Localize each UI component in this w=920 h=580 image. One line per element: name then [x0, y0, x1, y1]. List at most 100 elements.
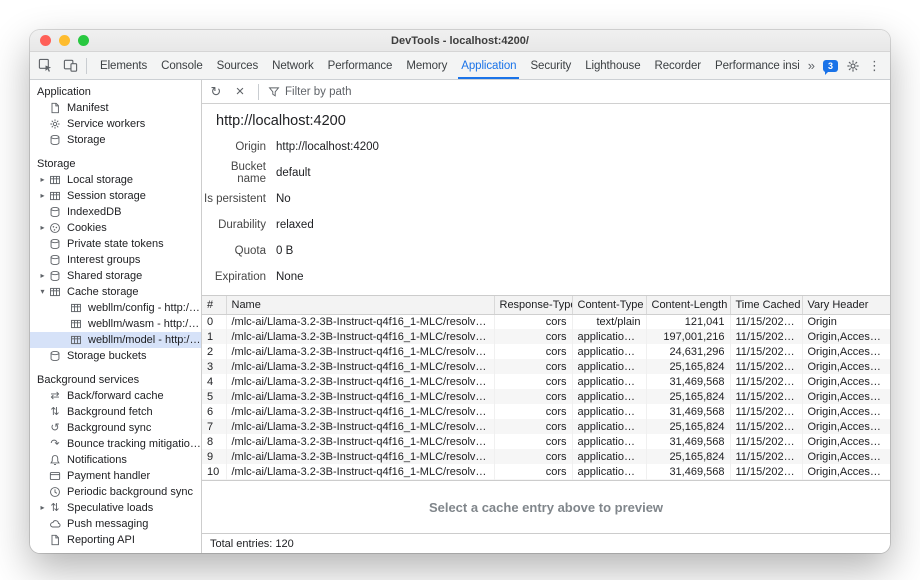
cell-content-type: application/oc…	[572, 404, 646, 419]
tab-memory[interactable]: Memory	[399, 52, 454, 79]
table-row[interactable]: 2/mlc-ai/Llama-3.2-3B-Instruct-q4f16_1-M…	[202, 344, 890, 359]
table-row[interactable]: 4/mlc-ai/Llama-3.2-3B-Instruct-q4f16_1-M…	[202, 374, 890, 389]
zoom-window-button[interactable]	[78, 35, 89, 46]
settings-button[interactable]	[846, 59, 860, 73]
cloud-icon	[48, 518, 62, 531]
tab-security[interactable]: Security	[523, 52, 578, 79]
sidebar-item-webllm-model-http-loc[interactable]: webllm/model - http://loc…	[30, 332, 201, 348]
column-header-time-cached[interactable]: Time Cached	[730, 296, 802, 314]
tab-elements[interactable]: Elements	[93, 52, 154, 79]
more-tabs-button[interactable]: »	[808, 58, 815, 73]
table-row[interactable]: 5/mlc-ai/Llama-3.2-3B-Instruct-q4f16_1-M…	[202, 389, 890, 404]
meta-label: Quota	[202, 245, 266, 257]
tab-label: Memory	[406, 60, 447, 72]
sidebar-item-local-storage[interactable]: ▸Local storage	[30, 172, 201, 188]
console-messages-badge[interactable]: 3	[823, 60, 838, 72]
cell-content-length: 197,001,216	[646, 329, 730, 344]
sidebar-item-background-sync[interactable]: ↺Background sync	[30, 420, 201, 436]
table-row[interactable]: 10/mlc-ai/Llama-3.2-3B-Instruct-q4f16_1-…	[202, 464, 890, 479]
sidebar-item-bounce-tracking-mitigations[interactable]: ↷Bounce tracking mitigations	[30, 436, 201, 452]
sidebar-item-manifest[interactable]: Manifest	[30, 100, 201, 116]
sidebar-item-service-workers[interactable]: Service workers	[30, 116, 201, 132]
inspect-element-button[interactable]	[33, 55, 57, 77]
table-icon	[69, 318, 83, 331]
tab-network[interactable]: Network	[265, 52, 320, 79]
close-window-button[interactable]	[40, 35, 51, 46]
cell-: 9	[202, 449, 226, 464]
tab-sources[interactable]: Sources	[210, 52, 266, 79]
sidebar-item-webllm-wasm-http-loca[interactable]: webllm/wasm - http://loca…	[30, 316, 201, 332]
cache-footer: Total entries: 120	[202, 533, 890, 553]
sidebar-item-shared-storage[interactable]: ▸ Shared storage	[30, 268, 201, 284]
cell-vary-header: Origin,Access…	[802, 344, 890, 359]
sidebar-item-push-messaging[interactable]: Push messaging	[30, 516, 201, 532]
sidebar-item-cache-storage[interactable]: ▾Cache storage	[30, 284, 201, 300]
devtools-window: DevTools - localhost:4200/ ElementsConso…	[30, 30, 890, 553]
chevron-right-icon[interactable]: ▸	[37, 176, 48, 184]
sidebar-item-private-state-tokens[interactable]: Private state tokens	[30, 236, 201, 252]
chevron-right-icon[interactable]: ▸	[37, 192, 48, 200]
chevron-down-icon[interactable]: ▾	[37, 288, 48, 296]
cell-content-type: application/oc…	[572, 389, 646, 404]
filter-input[interactable]: Filter by path	[268, 86, 351, 98]
sidebar-item-webllm-config-http-loc[interactable]: webllm/config - http://loc…	[30, 300, 201, 316]
meta-row-is-persistent: Is persistentNo	[202, 186, 890, 212]
tab-recorder[interactable]: Recorder	[648, 52, 709, 79]
chevron-right-icon[interactable]: ▸	[37, 224, 48, 232]
column-header-[interactable]: #	[202, 296, 226, 314]
sidebar-item-back-forward-cache[interactable]: ⇄Back/forward cache	[30, 388, 201, 404]
sidebar-item-storage-buckets[interactable]: Storage buckets	[30, 348, 201, 364]
meta-row-durability: Durabilityrelaxed	[202, 212, 890, 238]
cell-content-type: application/oc…	[572, 374, 646, 389]
sidebar-item-indexeddb[interactable]: IndexedDB	[30, 204, 201, 220]
sidebar-item-storage[interactable]: Storage	[30, 132, 201, 148]
minimize-window-button[interactable]	[59, 35, 70, 46]
tab-performance-insights[interactable]: Performance insights	[708, 52, 799, 79]
sidebar-item-cookies[interactable]: ▸Cookies	[30, 220, 201, 236]
sidebar-item-label: Shared storage	[67, 270, 142, 282]
table-row[interactable]: 3/mlc-ai/Llama-3.2-3B-Instruct-q4f16_1-M…	[202, 359, 890, 374]
cache-filter-bar: ↻ × Filter by path	[202, 80, 890, 104]
tab-performance[interactable]: Performance	[321, 52, 400, 79]
chevron-right-icon[interactable]: ▸	[37, 272, 48, 280]
table-row[interactable]: 9/mlc-ai/Llama-3.2-3B-Instruct-q4f16_1-M…	[202, 449, 890, 464]
refresh-icon[interactable]: ↻	[207, 85, 225, 98]
cache-origin-title: http://localhost:4200	[202, 104, 890, 134]
delete-selected-icon[interactable]: ×	[231, 84, 249, 99]
cell-time-cached: 11/15/2024, 10…	[730, 329, 802, 344]
sidebar-item-interest-groups[interactable]: Interest groups	[30, 252, 201, 268]
column-header-content-length[interactable]: Content-Length	[646, 296, 730, 314]
device-toolbar-button[interactable]	[58, 55, 82, 77]
cell-name: /mlc-ai/Llama-3.2-3B-Instruct-q4f16_1-ML…	[226, 464, 494, 479]
table-row[interactable]: 6/mlc-ai/Llama-3.2-3B-Instruct-q4f16_1-M…	[202, 404, 890, 419]
tab-lighthouse[interactable]: Lighthouse	[578, 52, 647, 79]
tab-console[interactable]: Console	[154, 52, 210, 79]
table-row[interactable]: 0/mlc-ai/Llama-3.2-3B-Instruct-q4f16_1-M…	[202, 314, 890, 329]
chevron-right-icon[interactable]: ▸	[37, 504, 48, 512]
sidebar-item-payment-handler[interactable]: Payment handler	[30, 468, 201, 484]
column-header-vary-header[interactable]: Vary Header	[802, 296, 890, 314]
column-header-name[interactable]: Name	[226, 296, 494, 314]
application-sidebar: ApplicationManifestService workersStorag…	[30, 80, 202, 553]
sidebar-item-notifications[interactable]: Notifications	[30, 452, 201, 468]
column-header-content-type[interactable]: Content-Type	[572, 296, 646, 314]
sidebar-section-storage: Storage▸Local storage▸Session storageInd…	[30, 156, 201, 364]
sidebar-item-label: Periodic background sync	[67, 486, 193, 498]
sidebar-item-speculative-loads[interactable]: ▸⇅Speculative loads	[30, 500, 201, 516]
cell-name: /mlc-ai/Llama-3.2-3B-Instruct-q4f16_1-ML…	[226, 359, 494, 374]
sidebar-item-reporting-api[interactable]: Reporting API	[30, 532, 201, 548]
column-header-response-type[interactable]: Response-Type	[494, 296, 572, 314]
cell-: 10	[202, 464, 226, 479]
cell-response-type: cors	[494, 419, 572, 434]
cookie-icon	[48, 222, 62, 235]
table-row[interactable]: 8/mlc-ai/Llama-3.2-3B-Instruct-q4f16_1-M…	[202, 434, 890, 449]
bounce-icon: ↷	[48, 438, 62, 451]
sidebar-item-periodic-background-sync[interactable]: Periodic background sync	[30, 484, 201, 500]
sidebar-item-session-storage[interactable]: ▸Session storage	[30, 188, 201, 204]
table-row[interactable]: 1/mlc-ai/Llama-3.2-3B-Instruct-q4f16_1-M…	[202, 329, 890, 344]
table-row[interactable]: 7/mlc-ai/Llama-3.2-3B-Instruct-q4f16_1-M…	[202, 419, 890, 434]
tab-application[interactable]: Application	[454, 52, 523, 79]
kebab-menu-button[interactable]: ⋮	[868, 58, 881, 74]
sidebar-section-header: Application	[30, 84, 201, 100]
sidebar-item-background-fetch[interactable]: ⇅Background fetch	[30, 404, 201, 420]
